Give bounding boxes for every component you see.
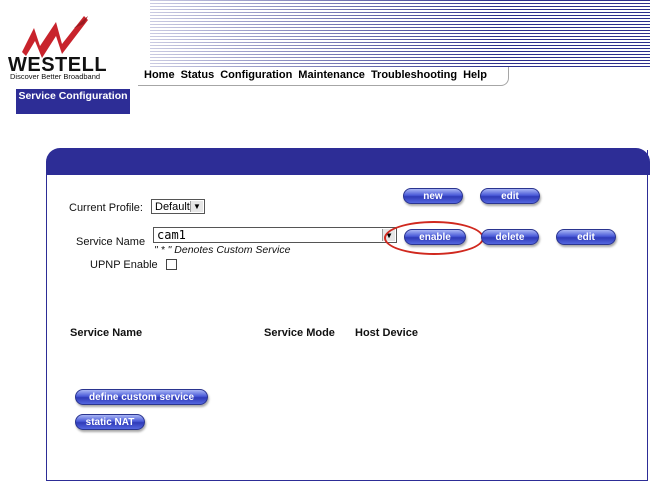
current-profile-select[interactable]: Default ▼ [151, 199, 205, 214]
upnp-enable-label: UPNP Enable [90, 259, 158, 271]
config-panel [46, 150, 648, 481]
nav-home[interactable]: Home [144, 69, 175, 81]
service-edit-button[interactable]: edit [556, 229, 616, 245]
service-name-value: cam1 [157, 228, 186, 242]
config-panel-header [46, 148, 650, 175]
upnp-enable-checkbox[interactable] [166, 259, 177, 270]
column-header-host-device: Host Device [355, 327, 418, 339]
nav-maintenance[interactable]: Maintenance [298, 69, 365, 81]
current-profile-label: Current Profile: [69, 202, 143, 214]
brand-tagline: Discover Better Broadband [10, 72, 101, 81]
service-name-label: Service Name [76, 236, 146, 248]
nav-troubleshooting[interactable]: Troubleshooting [371, 69, 457, 81]
chevron-down-icon: ▼ [190, 201, 203, 212]
column-header-service-mode: Service Mode [264, 327, 335, 339]
current-profile-value: Default [155, 201, 190, 213]
section-tab-service-configuration: Service Configuration [16, 89, 130, 114]
profile-new-button[interactable]: new [403, 188, 463, 204]
enable-highlight-ellipse [384, 221, 484, 255]
custom-service-note: " * " Denotes Custom Service [154, 244, 291, 256]
nav-status[interactable]: Status [181, 69, 215, 81]
column-header-service-name: Service Name [70, 327, 143, 339]
header-stripes [150, 0, 650, 68]
static-nat-button[interactable]: static NAT [75, 414, 145, 430]
service-delete-button[interactable]: delete [481, 229, 539, 245]
main-nav: Home Status Configuration Maintenance Tr… [144, 69, 487, 81]
service-name-select[interactable]: cam1 ▼ [153, 227, 397, 243]
nav-configuration[interactable]: Configuration [220, 69, 292, 81]
profile-edit-button[interactable]: edit [480, 188, 540, 204]
define-custom-service-button[interactable]: define custom service [75, 389, 208, 405]
nav-help[interactable]: Help [463, 69, 487, 81]
